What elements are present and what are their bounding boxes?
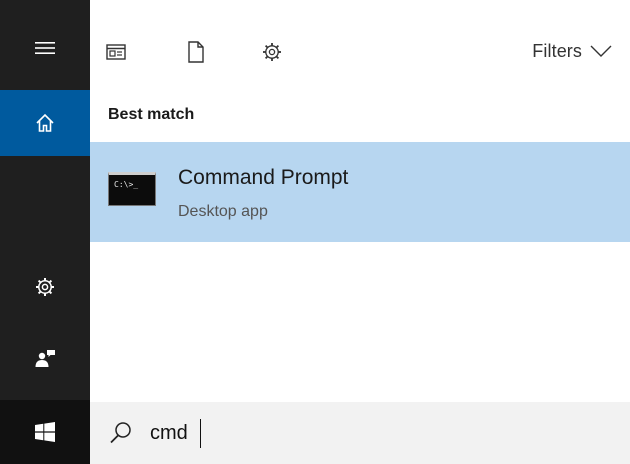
search-input[interactable]	[150, 418, 590, 448]
search-bar[interactable]	[90, 402, 630, 464]
best-match-result[interactable]: C:\>_ Command Prompt Desktop app	[90, 142, 630, 242]
home-icon	[36, 113, 54, 132]
search-panel: Filters Best match C:\>_ Command Prompt …	[90, 0, 630, 464]
settings-filter-button[interactable]	[254, 34, 290, 70]
apps-filter-button[interactable]	[98, 34, 134, 70]
filters-dropdown[interactable]: Filters	[532, 38, 612, 64]
toolbar: Filters	[90, 0, 630, 92]
feedback-icon	[35, 350, 55, 367]
menu-button[interactable]	[0, 10, 90, 86]
command-prompt-icon: C:\>_	[108, 172, 156, 206]
text-caret	[200, 419, 201, 448]
gear-icon	[36, 278, 54, 296]
result-subtitle: Desktop app	[178, 203, 268, 220]
search-icon	[110, 422, 131, 444]
left-rail	[0, 0, 90, 464]
windows-logo-icon	[35, 422, 55, 442]
best-match-header: Best match	[108, 106, 195, 123]
settings-button[interactable]	[0, 258, 90, 316]
filters-label: Filters	[532, 40, 582, 61]
chevron-down-icon	[590, 45, 612, 57]
hamburger-icon	[35, 42, 55, 54]
documents-filter-button[interactable]	[178, 34, 214, 70]
command-prompt-icon-text: C:\>_	[114, 180, 139, 189]
web-settings-icon	[263, 43, 281, 61]
apps-icon	[106, 44, 126, 60]
feedback-button[interactable]	[0, 326, 90, 390]
documents-icon	[188, 41, 204, 63]
home-button[interactable]	[0, 90, 90, 156]
result-title: Command Prompt	[178, 166, 349, 189]
start-button[interactable]	[0, 400, 90, 464]
